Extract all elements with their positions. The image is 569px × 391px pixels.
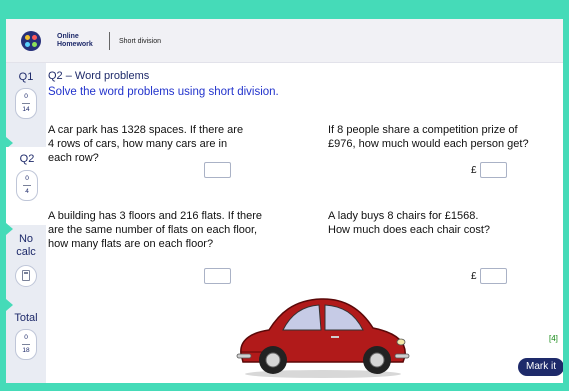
app-header: Online Homework Short division (6, 19, 563, 63)
score-total: 14 (22, 106, 30, 113)
problem-line: How much does each chair cost? (328, 224, 491, 236)
score-total: 18 (22, 347, 30, 354)
score-value: 0 (24, 93, 28, 100)
sidebar-item-label: Q2 (19, 153, 35, 165)
header-divider (109, 32, 110, 50)
pound-sign: £ (471, 271, 477, 282)
problem-line: A lady buys 8 chairs for £1568. (328, 210, 479, 222)
homework-frame: Online Homework Short division Q1 0 14 Q… (6, 19, 563, 383)
tab-marker (6, 299, 13, 311)
problem-line: are the same number of flats on each flo… (48, 224, 258, 236)
mark-it-button[interactable]: Mark it (518, 358, 563, 376)
problem-line: each row? (48, 152, 99, 164)
no-calc-label-2: calc (16, 246, 36, 258)
problem-3-answer-input[interactable] (204, 268, 231, 284)
sidebar-item-total[interactable]: Total 0 18 (6, 312, 46, 360)
question-sidebar: Q1 0 14 Q2 0 4 No calc Total 0 18 (6, 63, 48, 383)
problem-4-answer-input[interactable] (480, 268, 507, 284)
problem-line: A car park has 1328 spaces. If there are (48, 124, 244, 136)
problem-line: £976, how much would each person get? (328, 138, 529, 150)
problem-line: If 8 people share a competition prize of (328, 124, 518, 136)
problem-4-text: A lady buys 8 chairs for £1568. How much… (328, 209, 490, 237)
pound-sign: £ (471, 165, 477, 176)
red-car-illustration (236, 298, 410, 378)
problem-line: how many flats are on each floor? (48, 238, 214, 250)
problem-1-answer-input[interactable] (204, 162, 231, 178)
problem-2-text: If 8 people share a competition prize of… (328, 123, 529, 151)
problem-1-text: A car park has 1328 spaces. If there are… (48, 123, 243, 165)
sidebar-item-no-calc[interactable]: No calc (6, 233, 46, 287)
score-total: 4 (25, 188, 29, 195)
problem-line: 4 rows of cars, how many cars are in (48, 138, 228, 150)
sidebar-item-label: Q1 (18, 71, 34, 83)
no-calc-label-1: No (18, 233, 34, 245)
calculator-icon (15, 265, 37, 287)
instruction-text: Solve the word problems using short divi… (48, 86, 279, 98)
score-pill: 0 4 (16, 170, 38, 201)
problem-2-answer-input[interactable] (480, 162, 507, 178)
app-logo-icon (21, 31, 41, 51)
score-value: 0 (24, 334, 28, 341)
question-title: Q2 – Word problems (48, 70, 150, 82)
sidebar-item-q1[interactable]: Q1 0 14 (6, 71, 46, 119)
score-pill: 0 14 (15, 88, 37, 119)
brand-line-1: Online (57, 33, 79, 40)
sidebar-item-label: Total (14, 312, 38, 324)
score-value: 0 (25, 175, 29, 182)
brand-name: Online Homework (57, 33, 97, 49)
score-pill: 0 18 (15, 329, 37, 360)
marks-label: [4] (549, 334, 558, 343)
sidebar-item-q2[interactable]: Q2 0 4 (6, 147, 48, 225)
breadcrumb: Short division (119, 38, 162, 45)
problem-3-text: A building has 3 floors and 216 flats. I… (48, 209, 262, 251)
brand-line-2: Homework (57, 41, 93, 48)
problem-line: A building has 3 floors and 216 flats. I… (48, 210, 263, 222)
